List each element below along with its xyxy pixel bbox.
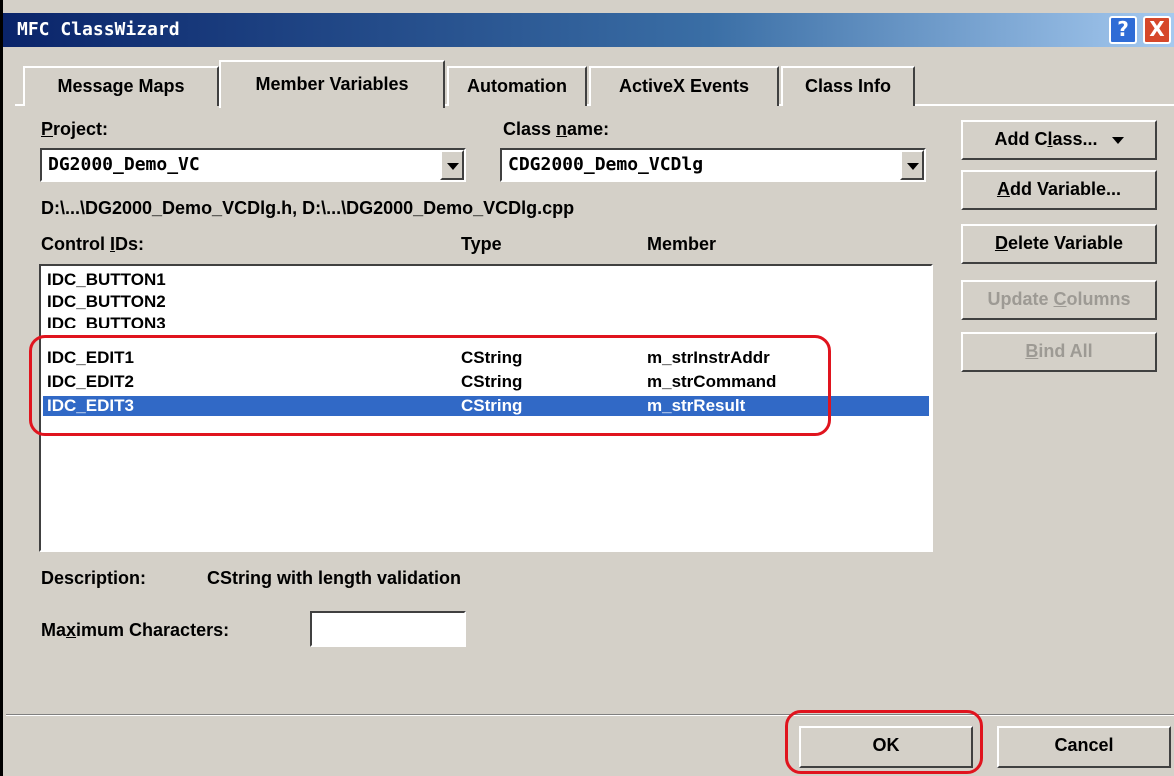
control-id: IDC_EDIT1 bbox=[47, 348, 134, 367]
max-characters-input[interactable] bbox=[310, 611, 466, 647]
tab-class-info[interactable]: Class Info bbox=[781, 66, 915, 106]
control-ids-list[interactable]: IDC_BUTTON1 IDC_BUTTON2 IDC_BUTTON3 IDC_… bbox=[39, 264, 933, 552]
list-row-button3[interactable]: IDC_BUTTON3 bbox=[43, 314, 929, 328]
control-id: IDC_BUTTON2 bbox=[47, 292, 166, 311]
delete-variable-button[interactable]: Delete Variable bbox=[961, 224, 1157, 264]
list-row-button2[interactable]: IDC_BUTTON2 bbox=[43, 292, 929, 312]
list-row-edit3[interactable]: IDC_EDIT3 CString m_strResult bbox=[43, 396, 929, 416]
control-id: IDC_EDIT3 bbox=[47, 396, 134, 415]
class-name-combo[interactable]: CDG2000_Demo_VCDlg bbox=[500, 148, 926, 182]
control-type: CString bbox=[461, 372, 523, 391]
project-combo[interactable]: DG2000_Demo_VC bbox=[40, 148, 466, 182]
max-characters-label: Maximum Characters: bbox=[41, 620, 230, 640]
chevron-down-icon[interactable] bbox=[900, 150, 924, 180]
control-member: m_strInstrAddr bbox=[647, 348, 770, 367]
description-value: CString with length validation bbox=[207, 568, 461, 588]
member-header: Member bbox=[647, 234, 717, 254]
description-label: Description: bbox=[41, 568, 147, 588]
chevron-down-icon bbox=[1111, 136, 1124, 144]
list-row-edit1[interactable]: IDC_EDIT1 CString m_strInstrAddr bbox=[43, 348, 929, 368]
control-type: CString bbox=[461, 396, 523, 415]
update-columns-button[interactable]: Update Columns bbox=[961, 280, 1157, 320]
project-value: DG2000_Demo_VC bbox=[48, 154, 200, 175]
add-variable-button[interactable]: Add Variable... bbox=[961, 170, 1157, 210]
bind-all-button[interactable]: Bind All bbox=[961, 332, 1157, 372]
tab-automation[interactable]: Automation bbox=[447, 66, 587, 106]
window-title: MFC ClassWizard bbox=[17, 19, 180, 40]
control-ids-header: Control IDs: bbox=[41, 234, 145, 254]
close-icon: X bbox=[1149, 17, 1165, 41]
help-button[interactable]: ? bbox=[1109, 16, 1137, 44]
list-row-edit2[interactable]: IDC_EDIT2 CString m_strCommand bbox=[43, 372, 929, 392]
class-name-label: Class name: bbox=[503, 119, 610, 139]
help-icon: ? bbox=[1117, 17, 1129, 41]
tab-activex-events[interactable]: ActiveX Events bbox=[589, 66, 779, 106]
control-id: IDC_EDIT2 bbox=[47, 372, 134, 391]
control-member: m_strResult bbox=[647, 396, 746, 415]
list-row-button1[interactable]: IDC_BUTTON1 bbox=[43, 270, 929, 290]
control-id: IDC_BUTTON1 bbox=[47, 270, 166, 289]
tab-message-maps[interactable]: Message Maps bbox=[23, 66, 219, 106]
control-member: m_strCommand bbox=[647, 372, 777, 391]
chevron-down-icon[interactable] bbox=[440, 150, 464, 180]
control-id: IDC_BUTTON3 bbox=[47, 314, 166, 328]
cancel-button[interactable]: Cancel bbox=[997, 726, 1171, 768]
project-label: Project: bbox=[41, 119, 109, 139]
file-paths: D:\...\DG2000_Demo_VCDlg.h, D:\...\DG200… bbox=[41, 198, 575, 218]
type-header: Type bbox=[461, 234, 502, 254]
title-bar[interactable]: MFC ClassWizard ? X bbox=[3, 13, 1174, 47]
class-name-value: CDG2000_Demo_VCDlg bbox=[508, 154, 704, 175]
add-class-button[interactable]: Add Class... bbox=[961, 120, 1157, 160]
close-button[interactable]: X bbox=[1143, 16, 1171, 44]
control-type: CString bbox=[461, 348, 523, 367]
tab-member-variables[interactable]: Member Variables bbox=[219, 60, 445, 108]
ok-button[interactable]: OK bbox=[799, 726, 973, 768]
footer-divider bbox=[6, 714, 1174, 716]
classwizard-dialog: MFC ClassWizard ? X Message Maps Member … bbox=[0, 0, 1174, 776]
